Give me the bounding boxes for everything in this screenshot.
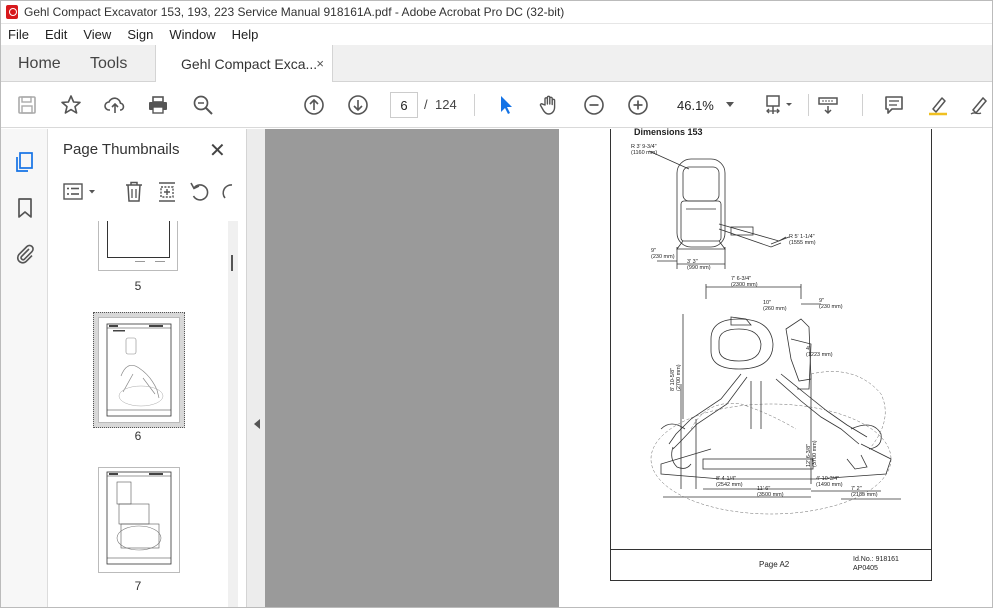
attachment-paperclip-icon[interactable] [13, 242, 37, 266]
zoom-level-value: 46.1% [677, 97, 714, 113]
delete-trash-icon[interactable] [123, 180, 145, 204]
page-thumbnail-6[interactable] [98, 317, 180, 423]
tab-tools[interactable]: Tools [90, 45, 127, 82]
page-number-input[interactable]: 6 [390, 92, 418, 118]
document-canvas-gray [265, 129, 559, 608]
tab-document[interactable]: Gehl Compact Exca... × [155, 45, 333, 83]
cloud-upload-icon[interactable] [103, 93, 127, 117]
chevron-down-icon [726, 102, 734, 107]
zoom-in-icon[interactable] [626, 93, 650, 117]
draw-sign-icon[interactable] [968, 93, 992, 117]
bookmark-icon[interactable] [13, 196, 37, 220]
dimension-label: 8' 10-5/8" (2700 mm) [670, 364, 682, 391]
tab-close-icon[interactable]: × [316, 56, 324, 71]
panel-title: Page Thumbnails [63, 141, 180, 158]
menu-window[interactable]: Window [161, 27, 223, 42]
dimension-label: 7' 2" (2185 mm) [851, 486, 878, 498]
print-icon[interactable] [146, 93, 170, 117]
thumbnail-scrollbar[interactable] [228, 221, 238, 608]
page-separator: / [424, 97, 428, 112]
dimension-label: 4' (1223 mm) [806, 346, 833, 358]
menu-edit[interactable]: Edit [37, 27, 75, 42]
page-fit-icon[interactable] [762, 93, 796, 117]
window-title: Gehl Compact Excavator 153, 193, 223 Ser… [24, 4, 565, 19]
dimension-label: 7' 6-3/4" (2300 mm) [731, 276, 758, 288]
page-thumbnail-5[interactable] [98, 221, 178, 271]
navigation-rail [0, 129, 48, 608]
scrollbar-thumb[interactable] [231, 255, 233, 271]
toolbar-divider [474, 94, 475, 116]
comment-icon[interactable] [882, 93, 906, 117]
insert-pages-icon[interactable] [156, 180, 178, 204]
page-thumbnail-7[interactable] [98, 467, 180, 573]
page-number-label: Page A2 [759, 560, 790, 569]
collapse-panel-arrow-icon[interactable] [254, 419, 260, 429]
thumbnail-options-menu-icon[interactable] [63, 181, 99, 203]
thumbnail-7-preview [106, 471, 172, 565]
acrobat-logo-icon [6, 4, 18, 19]
panel-close-icon[interactable]: ✕ [209, 138, 226, 163]
scroll-mode-icon[interactable] [816, 93, 840, 117]
dimension-label: R 5' 1-1/4" (1555 mm) [789, 234, 816, 246]
tab-document-label: Gehl Compact Exca... [181, 56, 318, 72]
menu-bar: File Edit View Sign Window Help [0, 24, 993, 45]
document-ap-code: AP0405 [853, 565, 878, 572]
hand-tool-icon[interactable] [538, 93, 562, 117]
toolbar-divider [862, 94, 863, 116]
page-total: 124 [435, 97, 457, 112]
next-page-icon[interactable] [346, 93, 370, 117]
save-icon[interactable] [15, 93, 39, 117]
page-thumbnails-icon[interactable] [13, 150, 37, 174]
toolbar: 6 / 124 46.1% [0, 82, 993, 128]
page-footer-rule [611, 549, 931, 550]
document-id-number: Id.No.: 918161 [853, 556, 899, 563]
dimension-label: 12' 6-3/8" (3700 mm) [806, 440, 818, 467]
zoom-out-icon[interactable] [582, 93, 606, 117]
highlight-pen-icon[interactable] [926, 93, 950, 117]
dimension-label: R 3' 9-3/4" (1160 mm) [631, 144, 658, 156]
zoom-search-icon[interactable] [191, 93, 215, 117]
menu-file[interactable]: File [0, 27, 37, 42]
rotate-counterclockwise-icon[interactable] [189, 180, 211, 204]
thumbnail-options-bar [58, 177, 238, 207]
star-icon[interactable] [59, 93, 83, 117]
zoom-level-dropdown[interactable]: 46.1% [670, 92, 742, 118]
menu-help[interactable]: Help [224, 27, 267, 42]
thumbnail-label-6: 6 [134, 429, 142, 443]
toolbar-divider [808, 94, 809, 116]
menu-sign[interactable]: Sign [119, 27, 161, 42]
thumbnail-label-7: 7 [134, 579, 142, 593]
previous-page-icon[interactable] [302, 93, 326, 117]
tab-bar: Home Tools Gehl Compact Exca... × [0, 45, 993, 83]
dimension-label: 3' 3" (990 mm) [687, 259, 711, 271]
dimension-label: 11' 6" (3500 mm) [757, 486, 784, 498]
select-cursor-icon[interactable] [494, 93, 518, 117]
title-bar: Gehl Compact Excavator 153, 193, 223 Ser… [0, 0, 993, 24]
dimension-label: 8' 4-1/4" (2542 mm) [716, 476, 743, 488]
rotate-clockwise-icon[interactable] [221, 180, 233, 204]
dimension-label: 4' 10-3/4" (1490 mm) [816, 476, 843, 488]
panel-collapse-strip[interactable] [247, 129, 265, 608]
thumbnail-6-preview [106, 323, 172, 417]
tab-home[interactable]: Home [18, 45, 61, 82]
dimension-label: 9" (230 mm) [819, 298, 843, 310]
thumbnail-label-5: 5 [134, 279, 142, 293]
dimension-label: 10" (260 mm) [763, 300, 787, 312]
menu-view[interactable]: View [75, 27, 119, 42]
dimension-label: 9" (230 mm) [651, 248, 675, 260]
document-page[interactable]: Dimensions 153 R 3' 9-3/4" (1160 mm) R 5… [610, 127, 932, 581]
excavator-dimension-drawing [648, 150, 901, 515]
